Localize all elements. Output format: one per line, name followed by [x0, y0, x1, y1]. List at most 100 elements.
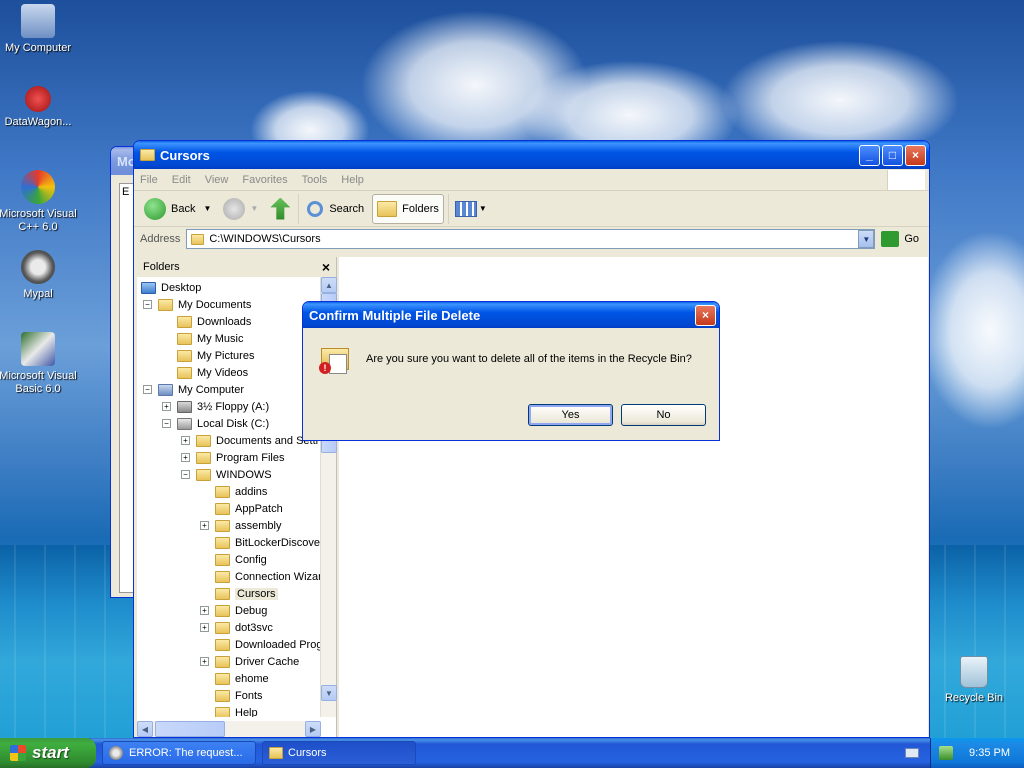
tree-item-downloads[interactable]: Downloads [177, 313, 251, 330]
desktop-icon-label: Recycle Bin [944, 692, 1004, 704]
menu-file[interactable]: File [140, 174, 158, 186]
expand-icon[interactable]: + [200, 521, 209, 530]
tree-item-documents-and-settings[interactable]: + Documents and Setti [181, 432, 318, 449]
tree-item-apppatch[interactable]: AppPatch [215, 500, 283, 517]
desktop-icon-visual-basic[interactable]: Microsoft Visual Basic 6.0 [0, 332, 78, 396]
tree-item-floppy[interactable]: +3½ Floppy (A:) [162, 398, 269, 415]
hscroll-thumb[interactable] [155, 721, 225, 737]
keyboard-icon[interactable] [905, 748, 919, 758]
menu-edit[interactable]: Edit [172, 174, 191, 186]
tree-item-config[interactable]: Config [215, 551, 267, 568]
folders-icon [377, 200, 398, 217]
search-button[interactable]: Search [298, 193, 368, 224]
tree-item-label: Driver Cache [235, 655, 300, 668]
tree-item-addins[interactable]: addins [215, 483, 267, 500]
taskbar-item-error[interactable]: ERROR: The request... [102, 741, 256, 765]
search-icon [307, 200, 324, 217]
cloud [920, 230, 1024, 430]
tree-item-connection-wizard[interactable]: Connection Wizar [215, 568, 322, 585]
tree-item-label: My Computer [178, 383, 245, 396]
tree-item-debug[interactable]: + Debug [200, 602, 267, 619]
address-field[interactable]: C:\WINDOWS\Cursors ▼ [186, 229, 876, 249]
tree-item-my-pictures[interactable]: My Pictures [177, 347, 254, 364]
dialog-close-button[interactable]: × [695, 304, 716, 326]
tree-item-fonts[interactable]: Fonts [215, 687, 263, 704]
tree-item-my-documents[interactable]: − My Documents [143, 296, 251, 313]
tree-item-bitlocker[interactable]: BitLockerDiscover [215, 534, 324, 551]
collapse-icon[interactable]: − [143, 385, 152, 394]
tree-item-help[interactable]: Help [215, 704, 258, 717]
network-icon[interactable] [939, 746, 953, 760]
raccoon-icon [21, 250, 55, 284]
scroll-up-icon[interactable]: ▲ [321, 277, 337, 293]
clock[interactable]: 9:35 PM [969, 747, 1010, 759]
tree-item-my-computer[interactable]: − My Computer [143, 381, 244, 398]
taskbar-item-cursors[interactable]: Cursors [262, 741, 416, 765]
menu-tools[interactable]: Tools [302, 174, 328, 186]
scroll-left-icon[interactable]: ◀ [137, 721, 153, 737]
collapse-icon[interactable]: − [143, 300, 152, 309]
expand-icon[interactable]: + [200, 606, 209, 615]
expand-icon[interactable]: + [200, 657, 209, 666]
tree-item-my-music[interactable]: My Music [177, 330, 243, 347]
collapse-icon[interactable]: − [181, 470, 190, 479]
taskbar: start ERROR: The request... Cursors 9:35… [0, 738, 1024, 768]
tree-item-assembly[interactable]: + assembly [200, 517, 281, 534]
scroll-right-icon[interactable]: ▶ [305, 721, 321, 737]
address-dropdown-button[interactable]: ▼ [858, 230, 875, 248]
close-button[interactable]: × [905, 144, 926, 166]
expand-icon[interactable]: + [200, 623, 209, 632]
desktop-icon-recycle-bin[interactable]: Recycle Bin [934, 656, 1014, 705]
tree-item-desktop[interactable]: Desktop [141, 279, 201, 296]
tree-item-cursors[interactable]: Cursors [215, 585, 278, 602]
up-folder-button[interactable] [266, 194, 294, 224]
computer-icon [158, 383, 173, 396]
recycle-bin-icon [960, 656, 988, 688]
desktop-icon-visual-cpp[interactable]: Microsoft Visual C++ 6.0 [0, 170, 78, 234]
horizontal-scrollbar[interactable]: ◀ ▶ [137, 721, 321, 737]
tree-item-dot3svc[interactable]: + dot3svc [200, 619, 273, 636]
tree-item-driver-cache[interactable]: + Driver Cache [200, 653, 299, 670]
collapse-icon[interactable]: − [162, 419, 171, 428]
tree-item-downloaded-program-files[interactable]: Downloaded Prog [215, 636, 322, 653]
yes-button[interactable]: Yes [528, 404, 613, 426]
desktop-icon-datawagon[interactable]: DataWagon... [0, 86, 78, 129]
forward-button[interactable]: ▼ [219, 194, 262, 224]
folder-icon [215, 553, 230, 566]
tree-item-windows[interactable]: − WINDOWS [181, 466, 272, 483]
desktop-icon-mypal[interactable]: Mypal [0, 250, 78, 301]
desktop-icon-label: DataWagon... [4, 116, 72, 128]
menu-bar: File Edit View Favorites Tools Help [134, 169, 929, 191]
close-icon[interactable]: × [322, 259, 330, 275]
videos-folder-icon [177, 366, 192, 379]
chevron-down-icon: ▼ [250, 204, 259, 213]
menu-favorites[interactable]: Favorites [242, 174, 287, 186]
explorer-titlebar[interactable]: Cursors _ □ × [134, 141, 929, 169]
expand-icon[interactable]: + [162, 402, 171, 411]
minimize-button[interactable]: _ [859, 144, 880, 166]
no-button[interactable]: No [621, 404, 706, 426]
back-button[interactable]: Back ▼ [140, 194, 215, 224]
tree-item-ehome[interactable]: ehome [215, 670, 269, 687]
views-button[interactable]: ▼ [447, 193, 491, 224]
desktop-icon-my-computer[interactable]: My Computer [0, 4, 78, 55]
folder-icon [215, 536, 230, 549]
desktop-icon [141, 281, 156, 294]
go-button[interactable]: Go [881, 231, 919, 247]
dialog-titlebar[interactable]: Confirm Multiple File Delete × [303, 302, 719, 328]
tree-item-my-videos[interactable]: My Videos [177, 364, 248, 381]
computer-icon [21, 4, 55, 38]
menu-help[interactable]: Help [341, 174, 364, 186]
maximize-button[interactable]: □ [882, 144, 903, 166]
folders-button[interactable]: Folders [372, 193, 444, 224]
windows-flag-icon [10, 745, 26, 761]
folder-icon [215, 519, 230, 532]
address-value: C:\WINDOWS\Cursors [209, 233, 321, 245]
start-button[interactable]: start [0, 738, 96, 768]
tree-item-program-files[interactable]: + Program Files [181, 449, 284, 466]
expand-icon[interactable]: + [181, 453, 190, 462]
expand-icon[interactable]: + [181, 436, 190, 445]
scroll-down-icon[interactable]: ▼ [321, 685, 337, 701]
tree-item-local-disk[interactable]: − Local Disk (C:) [162, 415, 269, 432]
menu-view[interactable]: View [205, 174, 229, 186]
